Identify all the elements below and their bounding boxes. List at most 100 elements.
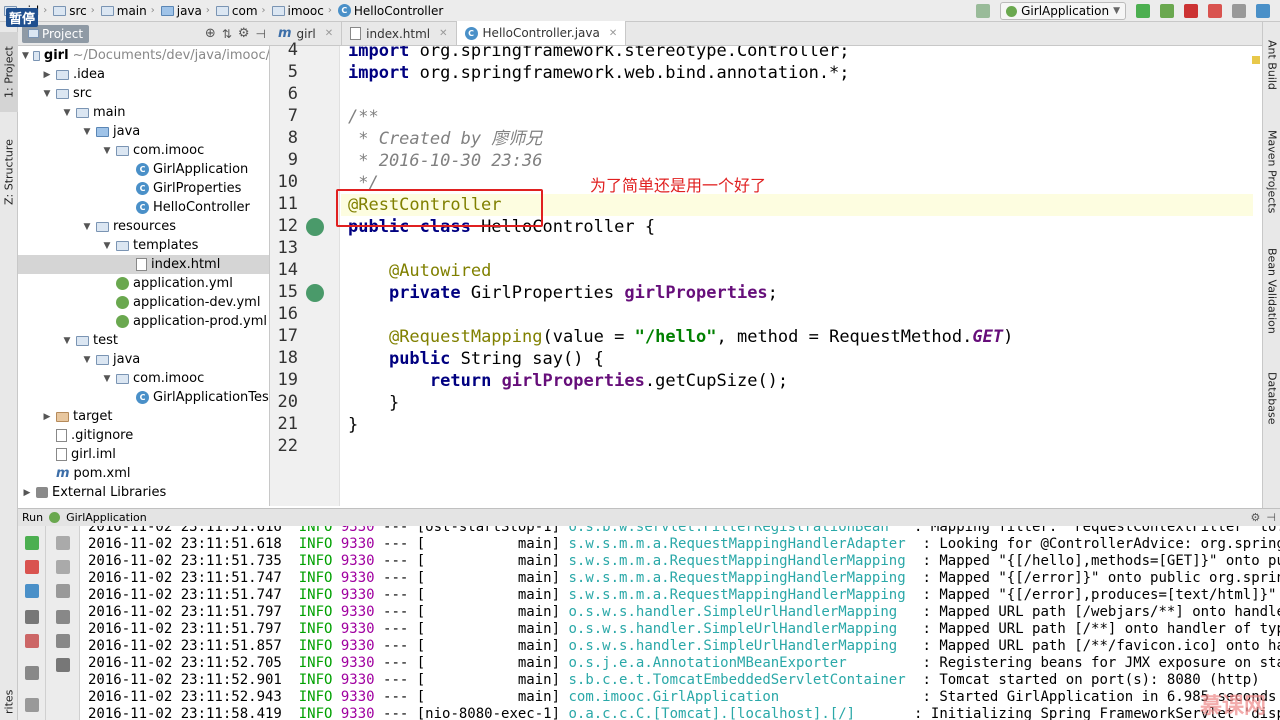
tree-item[interactable]: C GirlApplication <box>18 160 269 179</box>
tree-item[interactable]: ▶ External Libraries <box>18 483 269 502</box>
camera-icon[interactable] <box>25 610 39 624</box>
close-icon[interactable]: ✕ <box>439 28 447 39</box>
expanded-arrow-icon[interactable]: ▼ <box>42 89 52 99</box>
soft-wrap-icon[interactable] <box>56 584 70 598</box>
coverage-icon[interactable] <box>1184 4 1198 18</box>
stop-icon[interactable] <box>1208 4 1222 18</box>
spring-bean-icon[interactable] <box>306 218 324 236</box>
help-icon[interactable] <box>1256 4 1270 18</box>
tree-item[interactable]: index.html <box>18 255 269 274</box>
expanded-arrow-icon[interactable]: ▼ <box>62 108 72 118</box>
code-line[interactable]: */ <box>341 172 1253 194</box>
editor-tab[interactable]: C HelloController.java ✕ <box>456 21 627 45</box>
code-line[interactable]: return girlProperties.getCupSize(); <box>341 370 1253 392</box>
expanded-arrow-icon[interactable]: ▼ <box>102 241 112 251</box>
target-icon[interactable]: ⊕ <box>205 26 216 41</box>
tree-item[interactable]: ▼ resources <box>18 217 269 236</box>
tree-item[interactable]: ▼ com.imooc <box>18 141 269 160</box>
layout-icon[interactable] <box>25 666 39 680</box>
pause-icon[interactable] <box>25 584 39 598</box>
code-line[interactable]: public String say() { <box>341 348 1253 370</box>
tab-favorites[interactable]: rites <box>0 682 18 720</box>
expanded-arrow-icon[interactable]: ▼ <box>82 127 92 137</box>
close-icon[interactable]: ✕ <box>609 28 617 39</box>
expanded-arrow-icon[interactable]: ▼ <box>102 146 112 156</box>
tree-item[interactable]: application.yml <box>18 274 269 293</box>
code-line[interactable]: public class HelloController { <box>341 216 1253 238</box>
editor-tab[interactable]: index.html ✕ <box>342 22 457 45</box>
gear-icon[interactable]: ⚙ <box>1251 511 1261 524</box>
tab-project[interactable]: 1: Project <box>0 32 18 112</box>
tree-item[interactable]: C HelloController <box>18 198 269 217</box>
expanded-arrow-icon[interactable]: ▼ <box>102 374 112 384</box>
tree-item[interactable]: ▼ com.imooc <box>18 369 269 388</box>
expanded-arrow-icon[interactable]: ▼ <box>82 355 92 365</box>
code-line[interactable] <box>341 436 1253 458</box>
build-icon[interactable] <box>976 4 991 18</box>
run-config-select[interactable]: GirlApplication ▼ <box>1000 2 1126 20</box>
code-line[interactable]: } <box>341 392 1253 414</box>
collapsed-arrow-icon[interactable]: ▶ <box>42 70 52 80</box>
code-line[interactable]: import org.springframework.web.bind.anno… <box>341 62 1253 84</box>
down-arrow-icon[interactable] <box>56 560 70 574</box>
code-line[interactable] <box>341 304 1253 326</box>
code-line[interactable]: @RestController <box>341 194 1253 216</box>
tab-ant-build[interactable]: Ant Build <box>1264 40 1280 120</box>
close-icon[interactable]: ✕ <box>325 28 333 39</box>
tree-item[interactable]: ▶ target <box>18 407 269 426</box>
tree-item[interactable]: application-prod.yml <box>18 312 269 331</box>
code-line[interactable]: * Created by 廖师兄 <box>341 128 1253 150</box>
debug-icon[interactable] <box>1160 4 1174 18</box>
gear-icon[interactable]: ⚙ <box>238 26 250 41</box>
exit-icon[interactable] <box>25 634 39 648</box>
collapse-icon[interactable]: ⇅ <box>222 27 232 41</box>
tree-item[interactable]: ▼ src <box>18 84 269 103</box>
tree-item[interactable]: ▼ java <box>18 122 269 141</box>
code-line[interactable]: /** <box>341 106 1253 128</box>
code-line[interactable]: private GirlProperties girlProperties; <box>341 282 1253 304</box>
code-editor[interactable]: import org.springframework.stereotype.Co… <box>341 46 1253 506</box>
breadcrumb-item[interactable]: imooc <box>268 0 326 22</box>
code-line[interactable] <box>341 84 1253 106</box>
breadcrumb-item[interactable]: main <box>97 0 149 22</box>
tab-database[interactable]: Database <box>1264 372 1280 442</box>
code-line[interactable]: } <box>341 414 1253 436</box>
tree-item[interactable]: C GirlProperties <box>18 179 269 198</box>
tree-item[interactable]: C GirlApplicationTes <box>18 388 269 407</box>
settings-icon[interactable] <box>1232 4 1246 18</box>
tree-item[interactable]: application-dev.yml <box>18 293 269 312</box>
tab-structure[interactable]: Z: Structure <box>0 122 18 222</box>
breadcrumb-item[interactable]: src <box>49 0 89 22</box>
up-arrow-icon[interactable] <box>56 536 70 550</box>
code-line[interactable]: @RequestMapping(value = "/hello", method… <box>341 326 1253 348</box>
stop-icon[interactable] <box>25 560 39 574</box>
tab-maven-projects[interactable]: Maven Projects <box>1264 130 1280 240</box>
code-line[interactable]: @Autowired <box>341 260 1253 282</box>
tree-item[interactable]: girl.iml <box>18 445 269 464</box>
collapsed-arrow-icon[interactable]: ▶ <box>42 412 52 422</box>
project-view-button[interactable]: Project <box>22 24 90 43</box>
scroll-to-end-icon[interactable] <box>56 610 70 624</box>
expanded-arrow-icon[interactable]: ▼ <box>22 51 29 61</box>
autowired-icon[interactable] <box>306 284 324 302</box>
rerun-icon[interactable] <box>25 536 39 550</box>
tree-item[interactable]: ▼ test <box>18 331 269 350</box>
hide-icon[interactable]: ⊣ <box>1266 511 1276 524</box>
code-line[interactable]: * 2016-10-30 23:36 <box>341 150 1253 172</box>
tree-item[interactable]: ▼ java <box>18 350 269 369</box>
tree-item[interactable]: .gitignore <box>18 426 269 445</box>
print-icon[interactable] <box>56 634 70 648</box>
tree-item[interactable]: ▼ girl ~/Documents/dev/java/imooc/ <box>18 46 269 65</box>
code-line[interactable]: import org.springframework.stereotype.Co… <box>341 46 1253 62</box>
pin-icon[interactable] <box>25 698 39 712</box>
tree-item[interactable]: ▶ .idea <box>18 65 269 84</box>
hide-icon[interactable]: ⊣ <box>256 27 266 41</box>
breadcrumb-item[interactable]: java <box>157 0 204 22</box>
breadcrumb-item[interactable]: com <box>212 0 260 22</box>
tab-bean-validation[interactable]: Bean Validation <box>1264 248 1280 368</box>
rerun-icon[interactable] <box>1136 4 1150 18</box>
collapsed-arrow-icon[interactable]: ▶ <box>22 488 32 498</box>
code-line[interactable] <box>341 238 1253 260</box>
tree-item[interactable]: ▼ main <box>18 103 269 122</box>
breadcrumb-item[interactable]: C HelloController <box>334 0 445 22</box>
